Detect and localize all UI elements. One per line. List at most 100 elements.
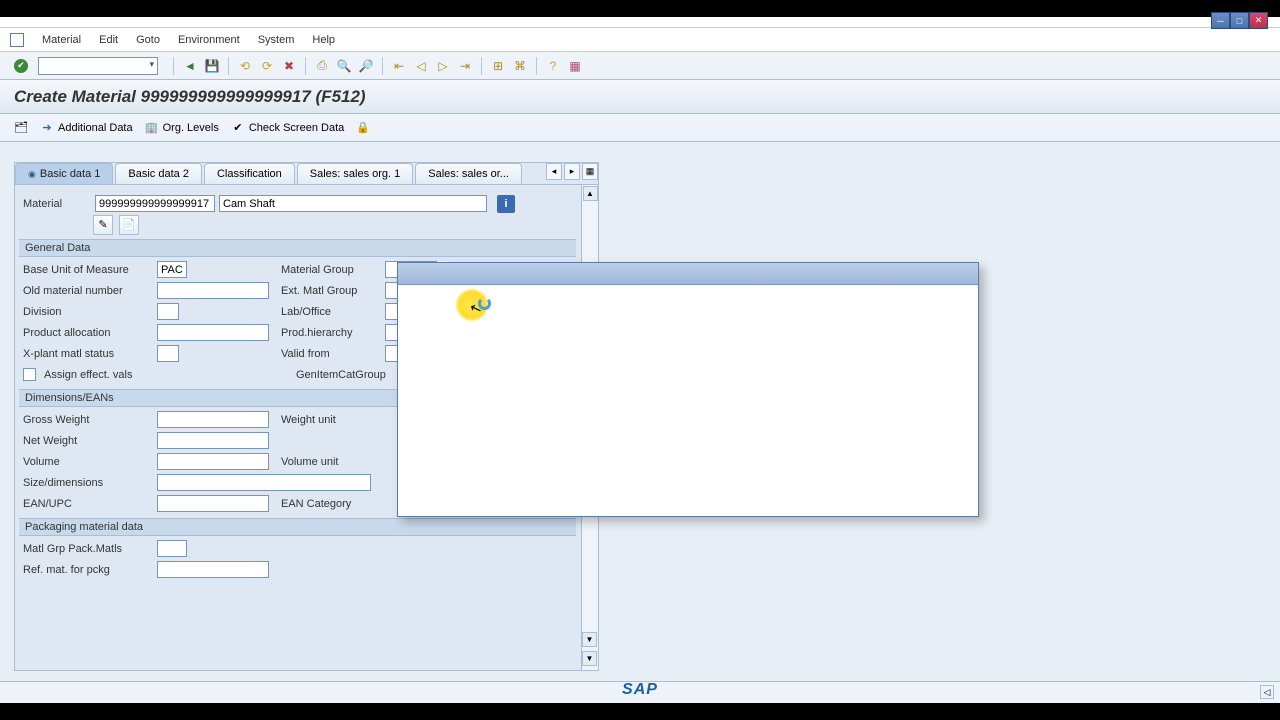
menu-goto[interactable]: Goto: [136, 34, 160, 46]
standard-toolbar: ✔ ◄ 💾 ⟲ ⟳ ✖ ⎙ 🔍 🔎 ⇤ ◁ ▷ ⇥ ⊞ ⌘ ? ▦: [0, 52, 1280, 80]
new-text-button[interactable]: 📄: [119, 215, 139, 235]
lock-button[interactable]: 🔒: [356, 121, 370, 135]
expand-statusbar-icon[interactable]: ◁: [1260, 685, 1274, 699]
additional-data-button[interactable]: ➔Additional Data: [40, 121, 133, 135]
material-description-field[interactable]: [219, 195, 487, 212]
first-page-icon[interactable]: ⇤: [390, 57, 408, 75]
sap-logo: SAP: [622, 681, 658, 699]
org-levels-button[interactable]: 🏢 Org. Levels: [145, 121, 219, 135]
buom-field[interactable]: [157, 261, 187, 278]
tab-sales-org-1[interactable]: Sales: sales org. 1: [297, 163, 414, 184]
menubar: Material Edit Goto Environment System He…: [0, 28, 1280, 52]
prodalloc-label: Product allocation: [23, 327, 153, 339]
division-field[interactable]: [157, 303, 179, 320]
prev-page-icon[interactable]: ◁: [412, 57, 430, 75]
ean-upc-field[interactable]: [157, 495, 269, 512]
layout-icon[interactable]: ▦: [566, 57, 584, 75]
lab-label: Lab/Office: [281, 306, 381, 318]
tab-basic-data-2[interactable]: Basic data 2: [115, 163, 202, 184]
enter-icon[interactable]: ✔: [14, 59, 28, 73]
product-allocation-field[interactable]: [157, 324, 269, 341]
application-toolbar: 🗂 ➔Additional Data 🏢 Org. Levels ✔ Check S…: [0, 114, 1280, 142]
scroll-up-icon[interactable]: ▲: [583, 186, 598, 201]
app-menu-icon[interactable]: [10, 33, 24, 47]
old-material-number-field[interactable]: [157, 282, 269, 299]
material-number-field[interactable]: [95, 195, 215, 212]
tab-basic-data-1[interactable]: Basic data 1: [15, 163, 113, 184]
window-controls: ─ □ ✕: [1211, 12, 1268, 29]
tab-classification[interactable]: Classification: [204, 163, 295, 184]
scroll-down-icon[interactable]: ▼: [582, 632, 597, 647]
cancel-icon[interactable]: ⟳: [258, 57, 276, 75]
check-screen-label: Check Screen Data: [249, 122, 344, 134]
save-icon[interactable]: 💾: [203, 57, 221, 75]
close-button[interactable]: ✕: [1249, 12, 1268, 29]
ean-category-label: EAN Category: [281, 498, 381, 510]
net-weight-label: Net Weight: [23, 435, 153, 447]
tab-prev-icon[interactable]: ◂: [546, 163, 562, 180]
help-icon[interactable]: ?: [544, 57, 562, 75]
menu-system[interactable]: System: [258, 34, 295, 46]
find-icon[interactable]: 🔍: [335, 57, 353, 75]
tab-label: Basic data 1: [40, 168, 101, 180]
validfrom-label: Valid from: [281, 348, 381, 360]
popup-titlebar[interactable]: [398, 263, 978, 285]
gross-weight-field[interactable]: [157, 411, 269, 428]
menu-environment[interactable]: Environment: [178, 34, 240, 46]
volume-unit-label: Volume unit: [281, 456, 381, 468]
last-page-icon[interactable]: ⇥: [456, 57, 474, 75]
shortcut-icon[interactable]: ⌘: [511, 57, 529, 75]
ref-mat-pckg-field[interactable]: [157, 561, 269, 578]
net-weight-field[interactable]: [157, 432, 269, 449]
scroll-down2-icon[interactable]: ▼: [582, 651, 597, 666]
xplant-label: X-plant matl status: [23, 348, 153, 360]
org-icon: 🏢: [145, 121, 159, 135]
additional-data-label: Additional Data: [58, 122, 133, 134]
close-icon[interactable]: ✖: [280, 57, 298, 75]
org-levels-label: Org. Levels: [163, 122, 219, 134]
packaging-group: Packaging material data: [19, 518, 576, 536]
size-dimensions-field[interactable]: [157, 474, 371, 491]
matgrp-label: Material Group: [281, 264, 381, 276]
assign-effect-label: Assign effect. vals: [44, 369, 158, 381]
tab-list-icon[interactable]: ▦: [582, 163, 598, 180]
refmat-pckg-label: Ref. mat. for pckg: [23, 564, 153, 576]
print-icon[interactable]: ⎙: [313, 57, 331, 75]
volume-field[interactable]: [157, 453, 269, 470]
xplant-status-field[interactable]: [157, 345, 179, 362]
long-text-button[interactable]: ✎: [93, 215, 113, 235]
assign-effect-checkbox[interactable]: [23, 368, 36, 381]
next-page-icon[interactable]: ▷: [434, 57, 452, 75]
new-session-icon[interactable]: ⊞: [489, 57, 507, 75]
select-views-button[interactable]: 🗂: [14, 121, 28, 135]
oldmat-label: Old material number: [23, 285, 153, 297]
tab-sales-org-2[interactable]: Sales: sales or...: [415, 163, 522, 184]
title-bar: ─ □ ✕: [0, 17, 1280, 28]
check-icon: ✔: [231, 121, 245, 135]
check-screen-button[interactable]: ✔ Check Screen Data: [231, 121, 344, 135]
weight-unit-label: Weight unit: [281, 414, 381, 426]
minimize-button[interactable]: ─: [1211, 12, 1230, 29]
menu-help[interactable]: Help: [312, 34, 335, 46]
find-next-icon[interactable]: 🔎: [357, 57, 375, 75]
info-icon[interactable]: i: [497, 195, 515, 213]
tab-label: Classification: [217, 168, 282, 180]
back-icon[interactable]: ◄: [181, 57, 199, 75]
material-label: Material: [23, 198, 91, 210]
gross-weight-label: Gross Weight: [23, 414, 153, 426]
exit-icon[interactable]: ⟲: [236, 57, 254, 75]
matlgrp-pack-label: Matl Grp Pack.Matls: [23, 543, 153, 555]
genitem-label: GenItemCatGroup: [296, 369, 396, 381]
division-label: Division: [23, 306, 153, 318]
maximize-button[interactable]: □: [1230, 12, 1249, 29]
tab-strip: Basic data 1 Basic data 2 Classification…: [15, 163, 598, 185]
volume-label: Volume: [23, 456, 153, 468]
menu-edit[interactable]: Edit: [99, 34, 118, 46]
command-field[interactable]: [38, 57, 158, 75]
tab-label: Sales: sales org. 1: [310, 168, 401, 180]
lock-icon: 🔒: [356, 121, 370, 135]
menu-material[interactable]: Material: [42, 34, 81, 46]
ean-upc-label: EAN/UPC: [23, 498, 153, 510]
tab-next-icon[interactable]: ▸: [564, 163, 580, 180]
matl-grp-pack-field[interactable]: [157, 540, 187, 557]
